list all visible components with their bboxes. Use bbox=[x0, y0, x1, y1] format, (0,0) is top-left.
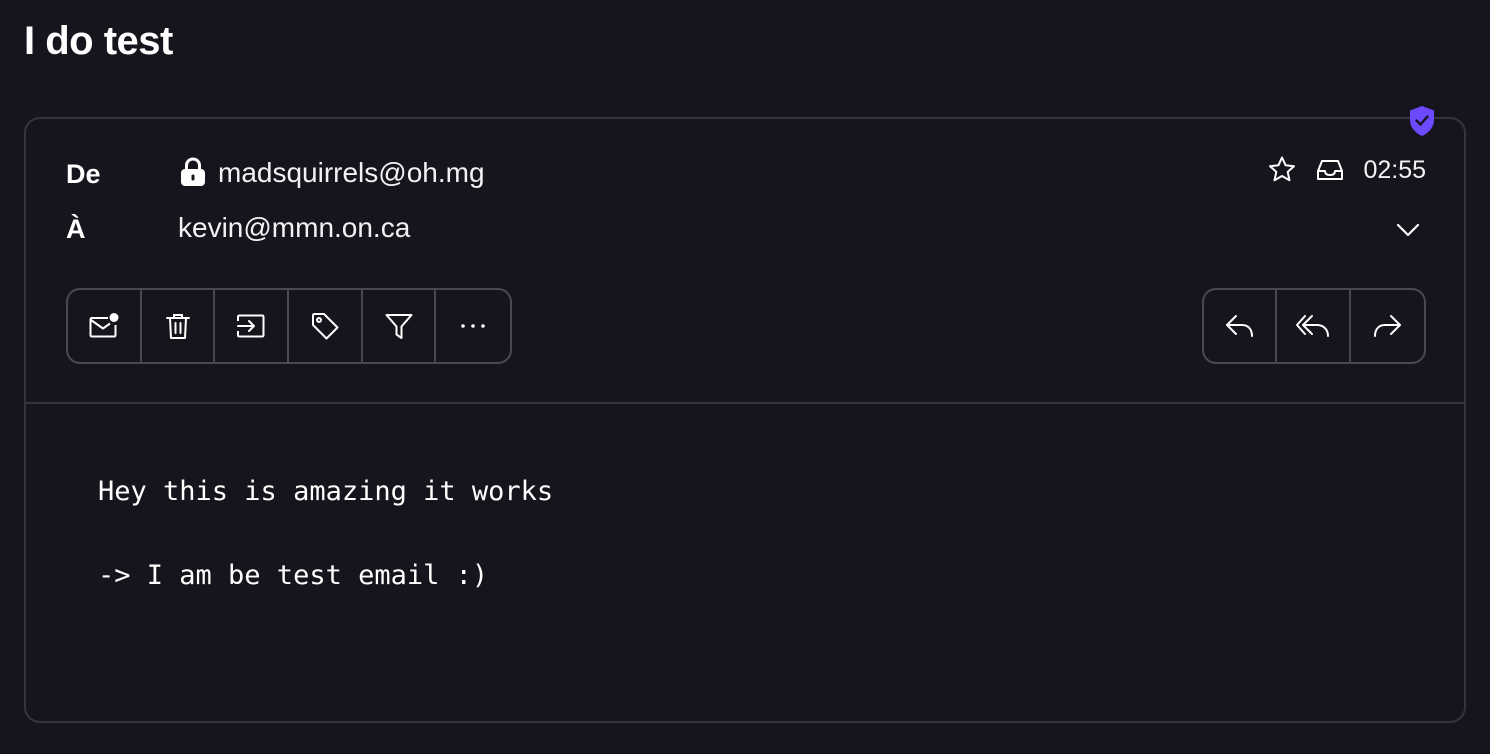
to-address[interactable]: kevin@mmn.on.ca bbox=[178, 212, 410, 244]
reply-button[interactable] bbox=[1204, 290, 1278, 362]
more-button[interactable] bbox=[436, 290, 510, 362]
reply-icon bbox=[1224, 311, 1256, 341]
to-label: À bbox=[66, 214, 86, 244]
lock-icon[interactable] bbox=[180, 157, 206, 187]
message-actions-toolbar bbox=[66, 288, 512, 364]
envelope-dot-icon bbox=[88, 311, 120, 341]
tag-icon bbox=[310, 311, 340, 341]
delete-button[interactable] bbox=[142, 290, 216, 362]
forward-button[interactable] bbox=[1351, 290, 1424, 362]
message-card bbox=[24, 117, 1466, 723]
chevron-down-icon[interactable] bbox=[1394, 216, 1422, 244]
mark-unread-button[interactable] bbox=[68, 290, 142, 362]
reply-all-button[interactable] bbox=[1277, 290, 1351, 362]
from-address[interactable]: madsquirrels@oh.mg bbox=[218, 157, 485, 189]
message-time: 02:55 bbox=[1363, 156, 1426, 184]
move-to-folder-icon bbox=[235, 311, 267, 341]
filter-button[interactable] bbox=[363, 290, 437, 362]
shield-check-icon[interactable] bbox=[1408, 105, 1436, 137]
message-meta: 02:55 bbox=[1267, 154, 1426, 186]
reply-all-icon bbox=[1295, 311, 1331, 341]
filter-icon bbox=[384, 311, 414, 341]
message-body-line: -> I am be test email :) bbox=[98, 560, 489, 591]
header-body-divider bbox=[26, 402, 1466, 404]
more-dots-icon bbox=[458, 311, 488, 341]
reply-actions-toolbar bbox=[1202, 288, 1426, 364]
trash-icon bbox=[163, 311, 193, 341]
inbox-icon[interactable] bbox=[1315, 155, 1345, 185]
message-body-line: Hey this is amazing it works bbox=[98, 476, 554, 507]
from-label: De bbox=[66, 159, 101, 189]
forward-icon bbox=[1371, 311, 1403, 341]
star-icon[interactable] bbox=[1267, 155, 1297, 185]
message-subject: I do test bbox=[24, 19, 173, 63]
move-button[interactable] bbox=[215, 290, 290, 362]
label-button[interactable] bbox=[289, 290, 363, 362]
